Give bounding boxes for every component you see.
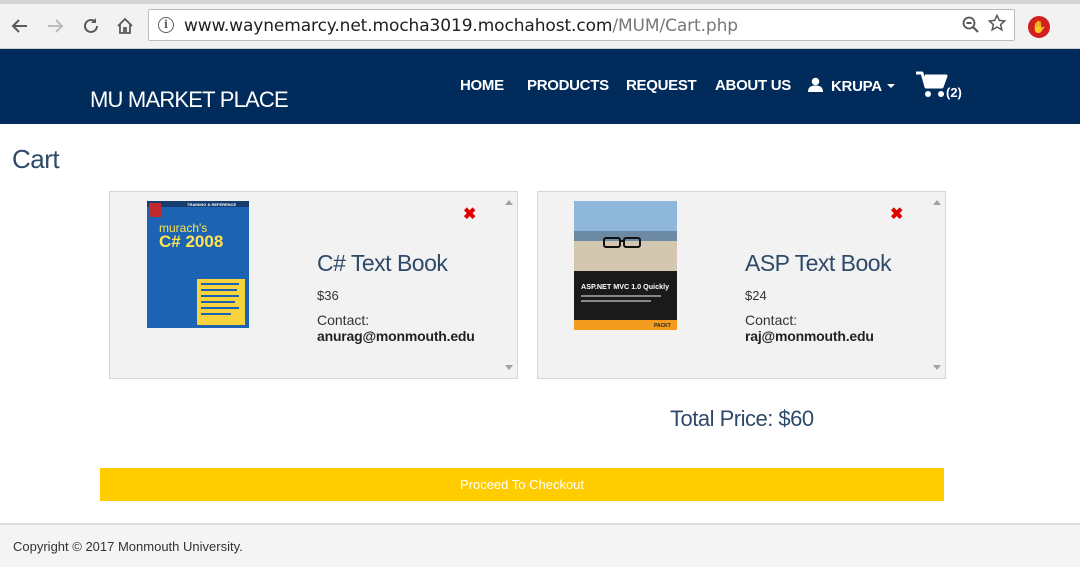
scroll-up-arrow-icon[interactable] — [933, 200, 941, 205]
remove-item-button[interactable]: ✖ — [890, 207, 903, 223]
info-icon[interactable]: i — [158, 17, 174, 33]
page-title: Cart — [12, 144, 60, 174]
item-title: ASP Text Book — [745, 250, 892, 276]
site-header: MU MARKET PLACE HOME PRODUCTS REQUEST AB… — [0, 49, 1080, 124]
address-bar[interactable]: i www.waynemarcy.net.mocha3019.mochahost… — [148, 9, 1015, 41]
arrow-left-icon — [11, 19, 27, 33]
svg-text:ASP.NET MVC 1.0 Quickly: ASP.NET MVC 1.0 Quickly — [581, 282, 669, 291]
card-scrollbar[interactable] — [501, 192, 517, 378]
user-name: KRUPA — [831, 78, 882, 95]
scroll-down-arrow-icon[interactable] — [505, 365, 513, 370]
cart-item-card: ASP.NET MVC 1.0 Quickly PACKT ✖ ASP Text… — [537, 191, 946, 379]
nav-products[interactable]: PRODUCTS — [527, 77, 609, 94]
item-contact-label: Contact: — [745, 312, 798, 328]
scroll-up-arrow-icon[interactable] — [505, 200, 513, 205]
cart-link[interactable]: (2) — [916, 71, 962, 104]
svg-text:C# 2008: C# 2008 — [159, 232, 223, 251]
svg-text:PACKT: PACKT — [654, 323, 671, 329]
item-price: $24 — [745, 288, 767, 303]
nav-home[interactable]: HOME — [460, 77, 504, 94]
close-icon: ✖ — [463, 206, 477, 223]
arrow-right-icon — [48, 19, 64, 33]
url-text: www.waynemarcy.net.mocha3019.mochahost.c… — [184, 16, 738, 36]
back-button[interactable] — [8, 14, 32, 38]
reload-button[interactable] — [79, 14, 103, 38]
item-contact-label: Contact: — [317, 312, 370, 328]
close-icon: ✖ — [890, 206, 904, 223]
reload-icon — [84, 18, 98, 33]
scroll-down-arrow-icon[interactable] — [933, 365, 941, 370]
copyright-text: Copyright © 2017 Monmouth University. — [13, 539, 243, 554]
item-price: $36 — [317, 288, 339, 303]
remove-item-button[interactable]: ✖ — [463, 207, 476, 223]
card-scrollbar[interactable] — [929, 192, 945, 378]
adblock-extension-icon[interactable]: ✋ — [1028, 16, 1050, 38]
user-icon — [808, 77, 823, 92]
shopping-cart-icon — [916, 71, 948, 97]
nav-about-us[interactable]: ABOUT US — [715, 77, 791, 94]
book-cover-image: TRAINING & REFERENCE murach's C# 2008 — [147, 201, 249, 328]
book-cover-image: ASP.NET MVC 1.0 Quickly PACKT — [574, 201, 677, 330]
browser-toolbar: i www.waynemarcy.net.mocha3019.mochahost… — [0, 4, 1080, 49]
cart-item-card: TRAINING & REFERENCE murach's C# 2008 ✖ … — [109, 191, 518, 379]
caret-down-icon — [886, 84, 895, 88]
total-price: Total Price: $60 — [670, 406, 814, 431]
item-contact-email: raj@monmouth.edu — [745, 328, 874, 344]
cart-count-badge: (2) — [946, 85, 962, 100]
nav-request[interactable]: REQUEST — [626, 77, 697, 94]
browser-menu-icon[interactable] — [1068, 12, 1080, 42]
bookmark-star-icon[interactable] — [987, 13, 1007, 38]
nav-user-dropdown[interactable]: KRUPA — [808, 77, 895, 95]
proceed-to-checkout-button[interactable]: Proceed To Checkout — [100, 468, 944, 501]
forward-button[interactable] — [43, 14, 67, 38]
home-icon — [117, 17, 133, 34]
item-title: C# Text Book — [317, 250, 448, 276]
zoom-icon[interactable] — [962, 16, 980, 39]
site-footer: Copyright © 2017 Monmouth University. — [0, 523, 1080, 567]
home-button[interactable] — [113, 14, 137, 38]
item-contact-email: anurag@monmouth.edu — [317, 328, 475, 344]
brand-logo[interactable]: MU MARKET PLACE — [90, 87, 289, 113]
svg-text:TRAINING & REFERENCE: TRAINING & REFERENCE — [187, 202, 236, 207]
